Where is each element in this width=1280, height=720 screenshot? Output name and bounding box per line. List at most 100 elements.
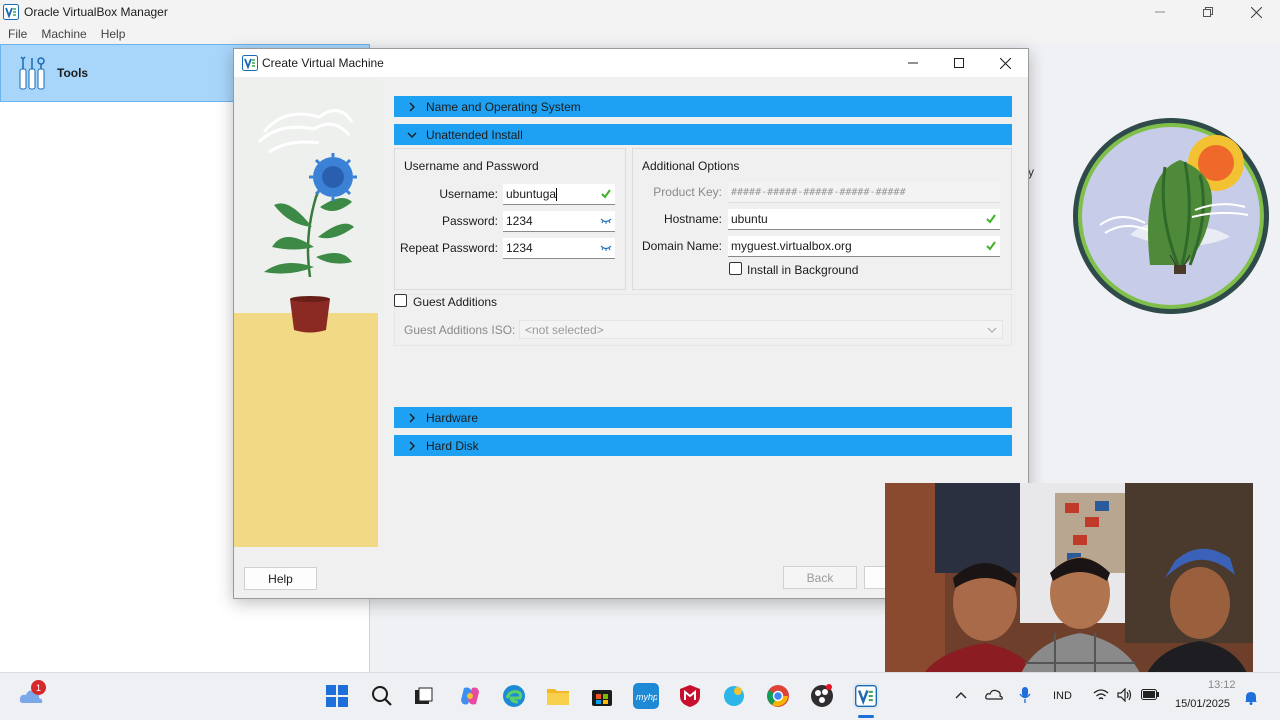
domain-name-label: Domain Name:: [641, 239, 722, 253]
section-hard-disk[interactable]: Hard Disk: [394, 435, 1012, 456]
start-button[interactable]: [324, 683, 350, 709]
svg-text:myhp: myhp: [636, 692, 657, 702]
minimize-icon: [1155, 11, 1165, 13]
password-field[interactable]: 1234: [503, 211, 615, 232]
volume-icon[interactable]: [1117, 688, 1133, 702]
plant-illustration: [234, 77, 378, 547]
obs-button[interactable]: [809, 683, 835, 709]
wifi-icon[interactable]: [1093, 688, 1109, 702]
search-button[interactable]: [369, 683, 395, 709]
domain-name-value: myguest.virtualbox.org: [731, 239, 852, 253]
virtualbox-taskbar-button[interactable]: [853, 683, 879, 709]
microphone-icon[interactable]: [1019, 686, 1031, 704]
guest-additions-iso-select[interactable]: <not selected>: [519, 320, 1003, 339]
windows-taskbar: 1 myhp IND 13:12 15/01/2025: [0, 672, 1280, 720]
section-unattended-install[interactable]: Unattended Install: [394, 124, 1012, 145]
repeat-password-value: 1234: [506, 241, 533, 255]
menu-machine[interactable]: Machine: [41, 27, 86, 41]
repeat-password-field[interactable]: 1234: [503, 238, 615, 259]
task-view-icon: [415, 687, 433, 704]
back-button[interactable]: Back: [783, 566, 857, 589]
dialog-title: Create Virtual Machine: [262, 56, 384, 70]
mcafee-button[interactable]: [677, 683, 703, 709]
language-indicator[interactable]: IND: [1053, 690, 1072, 702]
product-key-label: Product Key:: [653, 185, 722, 199]
notification-bell-icon[interactable]: [1244, 690, 1258, 705]
section-hardware-label: Hardware: [426, 410, 479, 425]
chevron-right-icon: [409, 441, 415, 450]
clock-time[interactable]: 13:12: [1208, 679, 1236, 691]
close-button[interactable]: [1232, 0, 1280, 24]
valid-check-icon: [986, 241, 996, 251]
username-value: ubuntuga: [506, 187, 557, 201]
additional-options-title: Additional Options: [642, 159, 740, 173]
section-hardware[interactable]: Hardware: [394, 407, 1012, 428]
guest-additions-checkbox[interactable]: [394, 294, 407, 307]
section-hard-disk-label: Hard Disk: [426, 438, 479, 453]
clock-date[interactable]: 15/01/2025: [1175, 698, 1230, 710]
webcam-overlay: [885, 483, 1253, 692]
weather-badge: 1: [31, 680, 46, 695]
battery-icon[interactable]: [1141, 689, 1159, 700]
minimize-icon: [908, 62, 918, 64]
section-name-and-os-label: Name and Operating System: [426, 99, 581, 114]
tips-button[interactable]: [721, 683, 747, 709]
dialog-titlebar: Create Virtual Machine: [234, 49, 1028, 77]
guest-additions-group: Guest Additions Guest Additions ISO: <no…: [394, 294, 1012, 346]
show-password-icon[interactable]: [600, 217, 612, 225]
chevron-right-icon: [409, 102, 415, 111]
chrome-button[interactable]: [765, 683, 791, 709]
username-password-title: Username and Password: [404, 159, 539, 173]
maximize-icon: [954, 58, 964, 68]
product-key-field[interactable]: #####-#####-#####-#####-#####: [728, 182, 1000, 203]
store-button[interactable]: [589, 683, 615, 709]
copilot-icon: [461, 687, 479, 705]
edge-icon: [503, 685, 525, 707]
hostname-field[interactable]: ubuntu: [728, 209, 1000, 230]
guest-additions-label: Guest Additions: [413, 295, 498, 309]
additional-options-group: Additional Options Product Key: #####-##…: [632, 148, 1012, 290]
password-label: Password:: [441, 214, 498, 228]
windows-icon: [326, 685, 348, 707]
show-password-icon[interactable]: [600, 244, 612, 252]
section-name-and-os[interactable]: Name and Operating System: [394, 96, 1012, 117]
dialog-close-button[interactable]: [982, 49, 1028, 77]
obs-icon: [811, 684, 833, 707]
lightbulb-icon: [724, 686, 744, 706]
minimize-button[interactable]: [1136, 0, 1184, 24]
install-in-background-label: Install in Background: [747, 263, 859, 277]
install-in-background-checkbox[interactable]: [729, 262, 742, 275]
guest-additions-iso-label: Guest Additions ISO:: [404, 323, 516, 337]
restore-button[interactable]: [1184, 0, 1232, 24]
main-window-titlebar: Oracle VirtualBox Manager: [0, 0, 1280, 24]
onedrive-icon[interactable]: [985, 687, 1003, 701]
balloon-logo-illustration: [1073, 118, 1269, 314]
dialog-minimize-button[interactable]: [890, 49, 936, 77]
domain-name-field[interactable]: myguest.virtualbox.org: [728, 236, 1000, 257]
myhp-icon: myhp: [636, 692, 657, 702]
password-value: 1234: [506, 214, 533, 228]
hostname-value: ubuntu: [731, 212, 768, 226]
menu-help[interactable]: Help: [101, 27, 126, 41]
dialog-maximize-button[interactable]: [936, 49, 982, 77]
help-button[interactable]: Help: [244, 567, 317, 590]
product-key-placeholder: #####-#####-#####-#####-#####: [731, 186, 906, 198]
search-icon: [372, 686, 392, 706]
virtualbox-dialog-icon: [242, 55, 258, 71]
chevron-up-icon[interactable]: [955, 691, 967, 699]
repeat-password-label: Repeat Password:: [399, 241, 498, 255]
file-explorer-button[interactable]: [545, 683, 571, 709]
store-icon: [592, 690, 612, 706]
edge-button[interactable]: [501, 683, 527, 709]
myhp-button[interactable]: myhp: [633, 683, 659, 709]
close-icon: [1250, 6, 1262, 18]
folder-icon: [547, 689, 569, 705]
copilot-button[interactable]: [457, 683, 483, 709]
close-icon: [999, 57, 1011, 69]
chevron-down-icon: [407, 132, 417, 138]
menu-file[interactable]: File: [8, 27, 27, 41]
mcafee-shield-icon: [680, 685, 700, 707]
username-field[interactable]: ubuntuga: [503, 184, 615, 205]
task-view-button[interactable]: [410, 683, 436, 709]
tools-label: Tools: [57, 66, 89, 80]
